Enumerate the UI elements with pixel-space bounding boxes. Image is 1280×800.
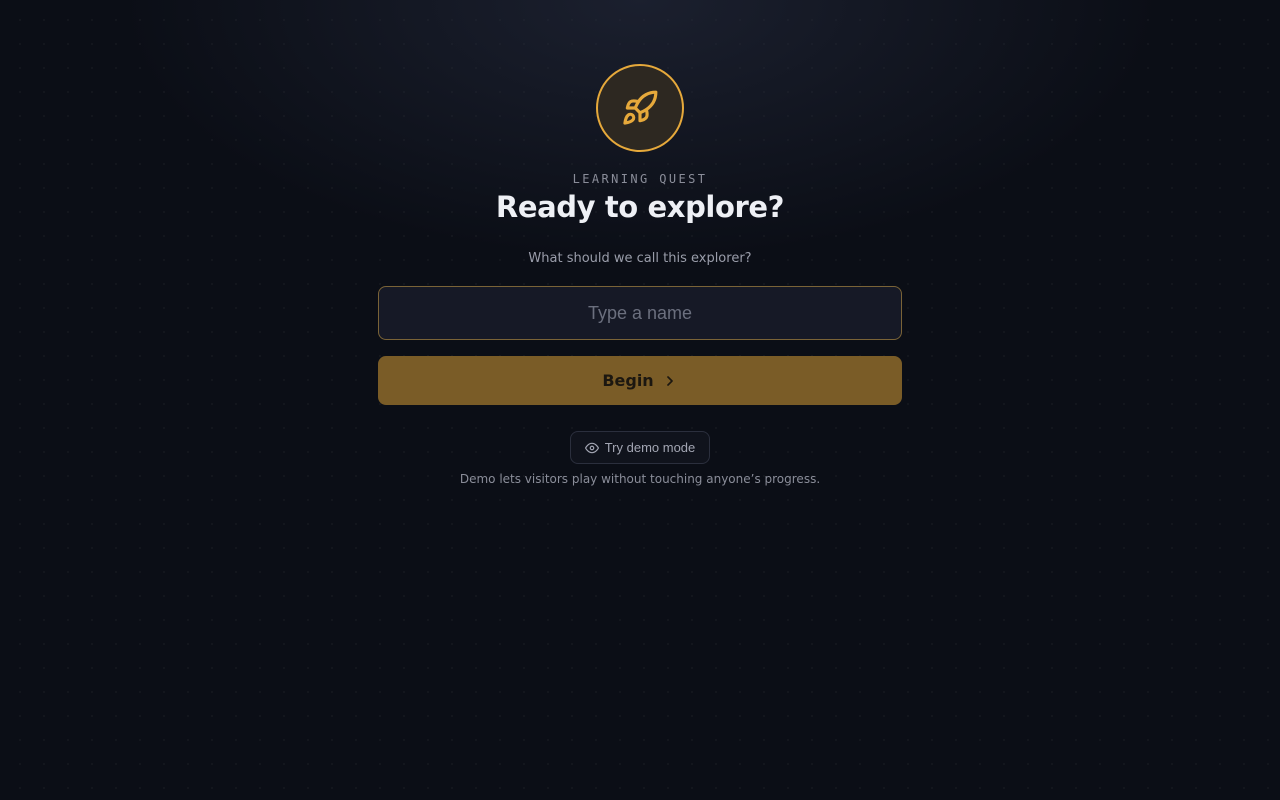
- begin-button-label: Begin: [602, 371, 654, 390]
- begin-button[interactable]: Begin: [378, 356, 902, 405]
- demo-mode-button[interactable]: Try demo mode: [570, 431, 710, 464]
- rocket-icon: [621, 89, 659, 127]
- rocket-badge: [596, 64, 684, 152]
- page-title: Ready to explore?: [495, 190, 785, 224]
- demo-note: Demo lets visitors play without touching…: [459, 472, 821, 486]
- explorer-name-input[interactable]: [378, 286, 902, 340]
- name-prompt: What should we call this explorer?: [528, 251, 752, 266]
- eye-icon: [584, 441, 599, 455]
- eyebrow-label: LEARNING QUEST: [572, 172, 708, 186]
- chevron-right-icon: [662, 373, 678, 389]
- welcome-screen: LEARNING QUEST Ready to explore? What sh…: [0, 0, 1280, 800]
- demo-mode-label: Try demo mode: [604, 440, 696, 455]
